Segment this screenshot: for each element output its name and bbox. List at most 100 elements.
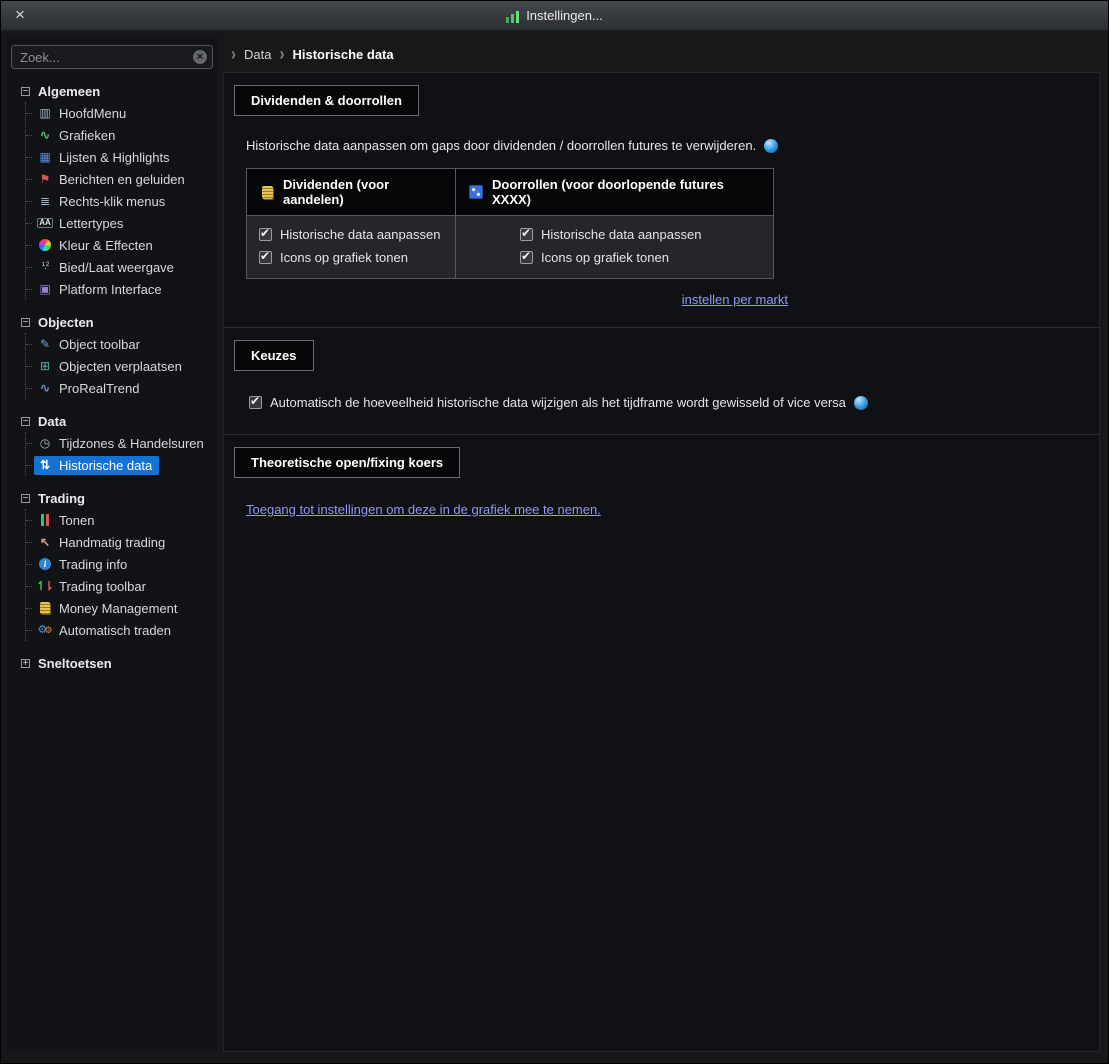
doorrollen-icons-tonen-row[interactable]: Icons op grafiek tonen <box>520 246 765 269</box>
dice-icon <box>468 185 484 199</box>
sidebar-item-object-toolbar[interactable]: Object toolbar <box>26 333 215 355</box>
checkbox-label: Icons op grafiek tonen <box>541 250 669 265</box>
timezones-icon <box>37 436 53 450</box>
bid-ask-icon <box>37 260 53 274</box>
doorrollen-aanpassen-row[interactable]: Historische data aanpassen <box>520 223 765 246</box>
item-label: Berichten en geluiden <box>59 171 185 187</box>
dividends-section: Dividenden & doorrollen Historische data… <box>224 73 1099 328</box>
theoretical-section-header: Theoretische open/fixing koers <box>234 447 461 478</box>
titlebar: × Instellingen... <box>1 1 1108 31</box>
globe-help-icon[interactable] <box>764 138 779 153</box>
sidebar-group: − Algemeen HoofdMenu Grafieken Lijsten &… <box>15 81 215 300</box>
collapse-icon[interactable]: − <box>21 416 30 426</box>
dividenden-icons-tonen-row[interactable]: Icons op grafiek tonen <box>259 246 447 269</box>
sidebar-item-handmatig-trading[interactable]: Handmatig trading <box>26 531 215 553</box>
manual-trading-icon <box>37 535 53 549</box>
collapse-icon[interactable]: − <box>21 86 30 96</box>
sidebar-item-lijsten-highlights[interactable]: Lijsten & Highlights <box>26 146 215 168</box>
sidebar-group: − Trading Tonen Handmatig trading Tradin… <box>15 488 215 641</box>
dividenden-historische-data-aanpassen-checkbox[interactable] <box>259 226 272 241</box>
collapse-icon[interactable]: − <box>21 317 30 327</box>
sidebar-item-lettertypes[interactable]: Lettertypes <box>26 212 215 234</box>
item-label: Bied/Laat weergave <box>59 259 174 275</box>
item-label: Trading info <box>59 556 128 572</box>
close-button[interactable]: × <box>11 6 29 24</box>
sidebar-group-objecten[interactable]: − Objecten <box>15 312 215 332</box>
dividenden-options-cell: Historische data aanpassen Icons op graf… <box>246 215 456 279</box>
globe-help-icon[interactable] <box>853 395 868 410</box>
sidebar-item-hoofdmenu[interactable]: HoofdMenu <box>26 102 215 124</box>
sidebar-item-trading-info[interactable]: Trading info <box>26 553 215 575</box>
column-header-dividenden: Dividenden (voor aandelen) <box>246 168 456 216</box>
item-label: Historische data <box>59 457 153 473</box>
checkbox-label: Icons op grafiek tonen <box>280 250 408 265</box>
auto-adjust-history-checkbox[interactable] <box>249 394 262 409</box>
sidebar-item-money-management[interactable]: Money Management <box>26 597 215 619</box>
doorrollen-icons-op-grafiek-checkbox[interactable] <box>520 249 533 264</box>
choices-section-header: Keuzes <box>234 340 314 371</box>
sidebar-item-kleur-effecten[interactable]: Kleur & Effecten <box>26 234 215 256</box>
collapse-icon[interactable]: − <box>21 493 30 503</box>
sidebar-item-berichten-geluiden[interactable]: Berichten en geluiden <box>26 168 215 190</box>
sidebar-item-bied-laat-weergave[interactable]: Bied/Laat weergave <box>26 256 215 278</box>
sidebar-group-trading[interactable]: − Trading <box>15 488 215 508</box>
sidebar-item-tonen[interactable]: Tonen <box>26 509 215 531</box>
clear-search-icon[interactable]: × <box>193 50 207 64</box>
group-items: HoofdMenu Grafieken Lijsten & Highlights… <box>25 102 215 300</box>
instellen-per-markt-link[interactable]: instellen per markt <box>682 292 788 307</box>
checkbox-label: Automatisch de hoeveelheid historische d… <box>270 395 846 410</box>
dividenden-icons-op-grafiek-checkbox[interactable] <box>259 249 272 264</box>
sidebar-group-data[interactable]: − Data <box>15 411 215 431</box>
auto-adjust-history-row[interactable]: Automatisch de hoeveelheid historische d… <box>249 391 1099 414</box>
dividends-section-header: Dividenden & doorrollen <box>234 85 419 116</box>
theoretical-settings-link[interactable]: Toegang tot instellingen om deze in de g… <box>246 502 601 517</box>
fonts-icon <box>37 216 53 230</box>
group-label: Algemeen <box>38 83 101 99</box>
item-label: ProRealTrend <box>59 380 140 396</box>
per-market-link-row: instellen per markt <box>246 292 788 307</box>
sidebar-group-sneltoetsen[interactable]: + Sneltoetsen <box>15 653 215 673</box>
sidebar-item-prorealtrend[interactable]: ProRealTrend <box>26 377 215 399</box>
sidebar-item-historische-data[interactable]: Historische data <box>26 454 215 476</box>
display-icon <box>37 513 53 527</box>
sidebar-item-objecten-verplaatsen[interactable]: Objecten verplaatsen <box>26 355 215 377</box>
lists-icon <box>37 150 53 164</box>
item-label: Platform Interface <box>59 281 162 297</box>
dividends-description: Historische data aanpassen om gaps door … <box>246 138 1099 153</box>
doorrollen-historische-data-aanpassen-checkbox[interactable] <box>520 226 533 241</box>
sidebar-item-tijdzones-handelsuren[interactable]: Tijdzones & Handelsuren <box>26 432 215 454</box>
group-items: Tijdzones & Handelsuren Historische data <box>25 432 215 476</box>
item-label: Rechts-klik menus <box>59 193 166 209</box>
window-title-area: Instellingen... <box>506 8 603 23</box>
trading-toolbar-icon <box>37 579 53 593</box>
sidebar-group: + Sneltoetsen <box>15 653 215 673</box>
prorealtrend-icon <box>37 381 53 395</box>
app-chart-icon <box>506 11 521 23</box>
coins-icon <box>259 185 275 199</box>
window-title: Instellingen... <box>526 8 603 23</box>
sidebar-item-trading-toolbar[interactable]: Trading toolbar <box>26 575 215 597</box>
chevron-right-icon: › <box>279 43 285 65</box>
group-label: Objecten <box>38 314 94 330</box>
object-toolbar-icon <box>37 337 53 351</box>
doorrollen-options-cell: Historische data aanpassen Icons op graf… <box>455 215 774 279</box>
sidebar-item-grafieken[interactable]: Grafieken <box>26 124 215 146</box>
breadcrumb-data[interactable]: Data <box>244 47 271 62</box>
sidebar-item-platform-interface[interactable]: Platform Interface <box>26 278 215 300</box>
item-label: Object toolbar <box>59 336 140 352</box>
sidebar-item-rechts-klik-menus[interactable]: Rechts-klik menus <box>26 190 215 212</box>
item-label: Tonen <box>59 512 95 528</box>
sidebar-group-algemeen[interactable]: − Algemeen <box>15 81 215 101</box>
group-label: Sneltoetsen <box>38 655 112 671</box>
search-input[interactable] <box>11 45 213 69</box>
colors-icon <box>37 238 53 252</box>
item-label: Tijdzones & Handelsuren <box>59 435 204 451</box>
dividenden-aanpassen-row[interactable]: Historische data aanpassen <box>259 223 447 246</box>
money-management-icon <box>37 601 53 615</box>
item-label: Money Management <box>59 600 178 616</box>
description-text: Historische data aanpassen om gaps door … <box>246 138 757 153</box>
expand-icon[interactable]: + <box>21 658 30 668</box>
sidebar-item-automatisch-traden[interactable]: Automatisch traden <box>26 619 215 641</box>
move-objects-icon <box>37 359 53 373</box>
item-label: Handmatig trading <box>59 534 166 550</box>
